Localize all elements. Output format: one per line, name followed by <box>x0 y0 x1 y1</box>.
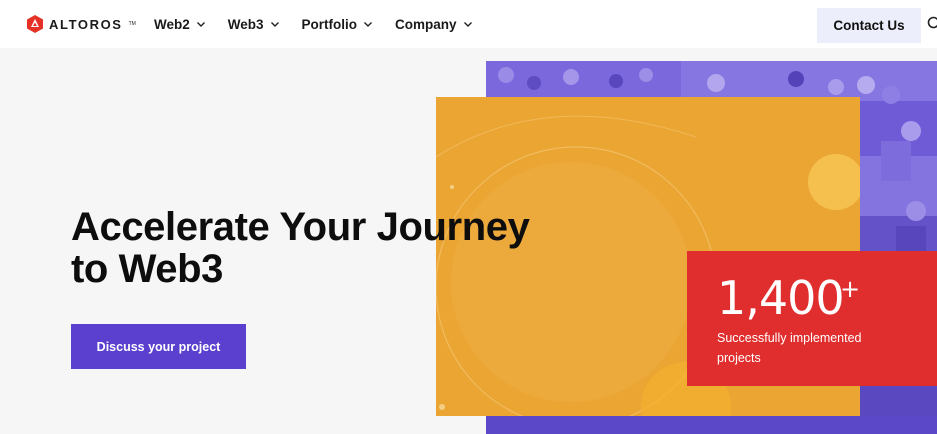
site-header: ALTOROS TM Web2 Web3 Portfolio Company C… <box>0 0 937 48</box>
contact-us-button[interactable]: Contact Us <box>817 8 921 43</box>
nav-item-company[interactable]: Company <box>395 17 473 32</box>
chevron-down-icon <box>364 22 373 27</box>
stat-card: 1,400 + Successfully implemented project… <box>687 251 937 386</box>
stat-caption: Successfully implemented projects <box>717 331 862 365</box>
nav-item-label: Web3 <box>227 16 264 32</box>
search-icon[interactable] <box>927 16 937 32</box>
altoros-logo-icon <box>27 15 43 33</box>
hero-title-line-1: Accelerate Your Journey <box>71 205 530 249</box>
discuss-project-button[interactable]: Discuss your project <box>71 324 246 369</box>
stat-plus: + <box>840 275 861 303</box>
logo-trademark: TM <box>128 21 136 27</box>
nav-item-label: Portfolio <box>301 16 358 32</box>
nav-item-label: Web2 <box>154 16 190 32</box>
nav-item-portfolio[interactable]: Portfolio <box>302 17 374 32</box>
hero-title-line-2: to Web3 <box>71 247 224 291</box>
nav-item-web3[interactable]: Web3 <box>228 17 280 32</box>
main-nav: Web2 Web3 Portfolio Company <box>154 0 473 48</box>
altoros-logo[interactable]: ALTOROS TM <box>26 15 136 33</box>
chevron-down-icon <box>196 22 205 27</box>
hero-title: Accelerate Your Journey to Web3 <box>71 206 591 290</box>
chevron-down-icon <box>463 22 472 27</box>
logo-wordmark: ALTOROS <box>49 16 123 32</box>
chevron-down-icon <box>270 22 279 27</box>
nav-item-web2[interactable]: Web2 <box>154 17 206 32</box>
nav-item-label: Company <box>395 16 457 32</box>
stat-number: 1,400 <box>717 271 845 325</box>
